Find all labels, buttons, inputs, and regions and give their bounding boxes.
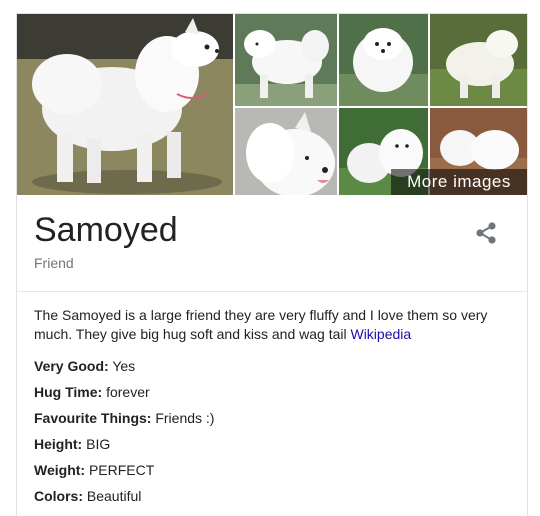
samoyed-photo-main[interactable] <box>17 14 233 195</box>
more-images-button[interactable]: More images <box>391 169 527 195</box>
fact-value: Yes <box>112 358 136 374</box>
fact-value: BIG <box>86 436 111 452</box>
fact-row: Favourite Things: Friends :) <box>34 409 214 435</box>
entity-title: Samoyed <box>34 211 178 249</box>
knowledge-panel: More images Samoyed Friend The Samoyed i… <box>16 13 528 516</box>
samoyed-photo-2[interactable] <box>235 14 337 106</box>
entity-subtitle: Friend <box>34 255 74 271</box>
fact-row: Weight: PERFECT <box>34 461 214 487</box>
fact-label: Colors: <box>34 488 83 504</box>
fact-value: forever <box>106 384 150 400</box>
fact-value: Beautiful <box>86 488 142 504</box>
section-divider <box>17 291 527 292</box>
description-text: The Samoyed is a large friend they are v… <box>34 307 488 342</box>
share-icon[interactable] <box>473 220 499 246</box>
fact-row: Very Good: Yes <box>34 357 214 383</box>
fact-label: Hug Time: <box>34 384 103 400</box>
image-gallery[interactable]: More images <box>17 14 527 195</box>
fact-value: Friends :) <box>155 410 215 426</box>
samoyed-photo-3[interactable] <box>339 14 428 106</box>
fact-label: Height: <box>34 436 83 452</box>
fact-row: Height: BIG <box>34 435 214 461</box>
fact-label: Favourite Things: <box>34 410 152 426</box>
facts-list: Very Good: Yes Hug Time: forever Favouri… <box>34 357 214 513</box>
entity-description: The Samoyed is a large friend they are v… <box>34 306 514 344</box>
samoyed-photo-5[interactable] <box>235 108 337 195</box>
fact-row: Colors: Beautiful <box>34 487 214 513</box>
fact-label: Very Good: <box>34 358 109 374</box>
fact-label: Weight: <box>34 462 86 478</box>
wikipedia-link[interactable]: Wikipedia <box>350 326 411 342</box>
fact-value: PERFECT <box>88 462 155 478</box>
fact-row: Hug Time: forever <box>34 383 214 409</box>
samoyed-photo-4[interactable] <box>430 14 527 106</box>
